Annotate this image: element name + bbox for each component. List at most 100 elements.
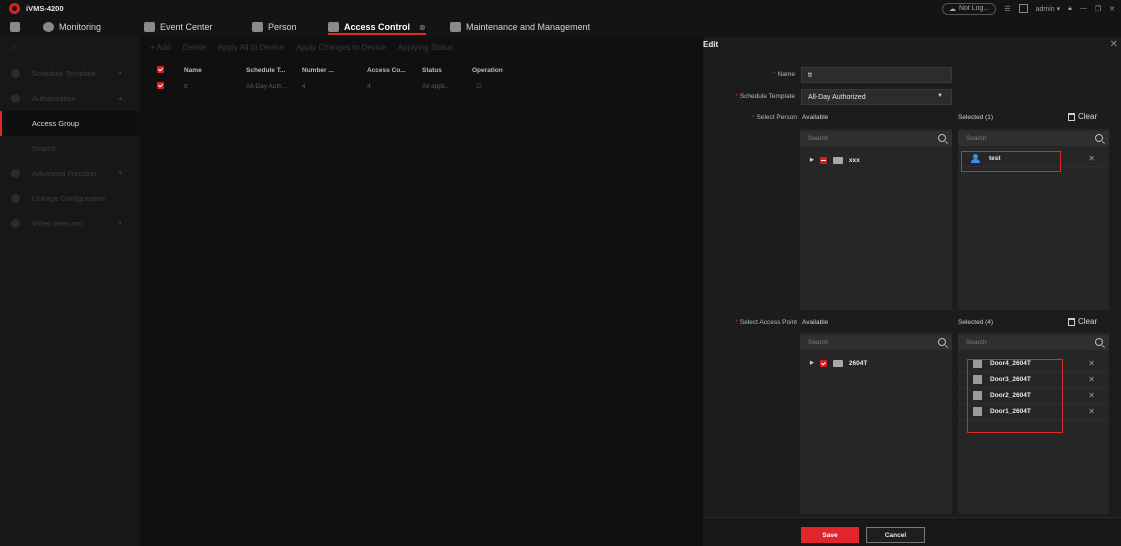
sidebar-item-label: Access Group — [32, 119, 80, 128]
lock-icon[interactable]: 🔒︎ — [1068, 5, 1072, 13]
tab-monitoring-label: Monitoring — [59, 22, 102, 32]
app-name: iVMS-4200 — [26, 4, 64, 13]
menu-icon[interactable]: ☰ — [1004, 5, 1010, 13]
schedule-template-select[interactable]: All-Day Authorized ▼ — [801, 89, 952, 105]
access-selected-search[interactable]: Search — [958, 335, 1109, 350]
schedule-icon — [11, 69, 20, 78]
monitoring-icon — [43, 22, 54, 32]
minimize-icon[interactable]: — — [1080, 5, 1087, 12]
sidebar-item-search[interactable]: Search — [0, 136, 140, 161]
app-logo-icon — [9, 3, 20, 14]
edit-icon[interactable]: ☑ — [476, 82, 482, 90]
close-icon[interactable]: ✕ — [1110, 39, 1118, 50]
name-field[interactable]: tt — [801, 67, 952, 83]
trash-icon — [1068, 112, 1075, 121]
apply-all-button[interactable]: Apply All to Device — [218, 43, 284, 52]
sidebar-item-label: Linkage Configuration — [32, 194, 105, 203]
person-clear-button[interactable]: Clear — [1068, 112, 1097, 121]
person-selected-title: Selected (1) — [958, 114, 994, 121]
expand-arrow-icon[interactable]: ▶ — [810, 157, 814, 163]
partial-checkbox[interactable] — [819, 156, 827, 164]
expand-arrow-icon[interactable]: ▶ — [810, 360, 814, 366]
delete-button[interactable]: Delete — [183, 43, 206, 52]
row-status: All appli... — [422, 82, 451, 90]
tab-maintenance[interactable]: Maintenance and Management — [450, 17, 590, 37]
folder-icon — [832, 359, 843, 367]
apply-changes-button[interactable]: Apply Changes to Device — [296, 43, 386, 52]
event-center-icon — [144, 22, 155, 32]
tab-person[interactable]: Person — [252, 17, 297, 37]
sidebar-menu-icon[interactable]: ≡ — [11, 43, 16, 52]
access-available-search[interactable]: Search — [800, 335, 952, 350]
remove-icon[interactable]: ✕ — [1088, 407, 1095, 416]
column-header-number[interactable]: Number ... — [302, 67, 334, 74]
main-content: + Add Delete Apply All to Device Apply C… — [140, 37, 703, 546]
schedule-template-label-text: Schedule Template — [739, 93, 795, 100]
cancel-button[interactable]: Cancel — [866, 527, 925, 543]
remove-icon[interactable]: ✕ — [1088, 391, 1095, 400]
schedule-template-label: * Schedule Template — [735, 93, 795, 100]
person-tree-node[interactable]: ▶ xxx — [810, 153, 860, 167]
toolbar: + Add Delete Apply All to Device Apply C… — [140, 37, 703, 57]
sidebar-item-label: Video Intercom — [32, 219, 83, 228]
dropdown-arrow-icon: ▼ — [937, 93, 943, 99]
person-available-search[interactable]: Search — [800, 131, 952, 146]
access-tree-node[interactable]: ▶ 2604T — [810, 356, 867, 370]
remove-icon[interactable]: ✕ — [1088, 375, 1095, 384]
access-clear-label: Clear — [1078, 317, 1098, 326]
person-selected-search[interactable]: Search — [958, 131, 1109, 146]
column-header-name[interactable]: Name — [184, 67, 202, 74]
select-access-point-label-text: Select Access Point — [739, 319, 797, 326]
chevron-up-icon: ▴ — [118, 95, 122, 102]
access-selected-list: Search Door4_2604T ✕ Door3_2604T ✕ Door2… — [958, 333, 1109, 514]
access-clear-button[interactable]: Clear — [1068, 317, 1097, 326]
column-header-access[interactable]: Access Co... — [367, 67, 406, 74]
sidebar-item-label: Schedule Template — [32, 69, 96, 78]
person-tree-label: xxx — [848, 156, 860, 164]
maximize-icon[interactable]: ❐ — [1095, 5, 1101, 13]
add-button[interactable]: + Add — [150, 43, 171, 52]
sidebar-item-label: Search — [32, 144, 56, 153]
linkage-icon — [11, 194, 20, 203]
column-header-operation[interactable]: Operation — [472, 67, 503, 74]
tab-close-icon[interactable]: ⊗ — [419, 23, 426, 32]
sidebar-item-authorization[interactable]: Authorization ▴ — [0, 86, 140, 111]
name-label-text: Name — [777, 71, 795, 78]
grid-menu-icon[interactable] — [10, 17, 20, 37]
trash-icon — [1068, 317, 1075, 326]
column-header-schedule[interactable]: Schedule T... — [246, 67, 285, 74]
access-available-title: Available — [802, 319, 829, 326]
sidebar-item-linkage-configuration[interactable]: Linkage Configuration — [0, 186, 140, 211]
cloud-status-label: Not Log... — [958, 5, 990, 12]
select-all-checkbox[interactable] — [157, 66, 164, 75]
column-header-status[interactable]: Status — [422, 67, 442, 74]
panel-title: Edit — [703, 40, 719, 49]
checked-checkbox[interactable] — [819, 359, 827, 367]
folder-icon — [832, 156, 843, 164]
close-window-icon[interactable]: ✕ — [1109, 5, 1115, 13]
applying-status-button[interactable]: Applying Status — [398, 43, 454, 52]
sidebar-item-schedule-template[interactable]: Schedule Template ▾ — [0, 61, 140, 86]
cloud-status-button[interactable]: ☁ Not Log... — [941, 2, 997, 15]
monitor-icon[interactable] — [1018, 4, 1028, 13]
tab-monitoring[interactable]: Monitoring — [43, 17, 101, 37]
remove-icon[interactable]: ✕ — [1088, 359, 1095, 368]
save-button[interactable]: Save — [801, 527, 859, 543]
panel-footer: Save Cancel — [703, 517, 1121, 546]
row-checkbox[interactable] — [157, 82, 164, 91]
table-row[interactable]: tt All-Day Auth... 4 4 All appli... ☑ — [140, 79, 703, 93]
tab-access-control[interactable]: Access Control ⊗ — [328, 17, 426, 37]
tab-event-center[interactable]: Event Center — [144, 17, 213, 37]
remove-icon[interactable]: ✕ — [1088, 154, 1095, 163]
search-placeholder: Search — [966, 339, 987, 346]
sidebar-item-access-group[interactable]: Access Group — [0, 111, 140, 136]
search-placeholder: Search — [966, 135, 987, 142]
title-bar-controls: ☁ Not Log... ☰ admin ▾ 🔒︎ — ❐ ✕ — [941, 2, 1115, 15]
sidebar-item-video-intercom[interactable]: Video Intercom ▾ — [0, 211, 140, 236]
sidebar-item-advanced-function[interactable]: Advanced Function ▾ — [0, 161, 140, 186]
chevron-down-icon: ▾ — [118, 170, 122, 177]
tab-access-control-label: Access Control — [344, 22, 411, 32]
tab-maintenance-label: Maintenance and Management — [466, 22, 591, 32]
access-tree-label: 2604T — [848, 359, 868, 367]
user-menu[interactable]: admin ▾ — [1036, 5, 1061, 13]
